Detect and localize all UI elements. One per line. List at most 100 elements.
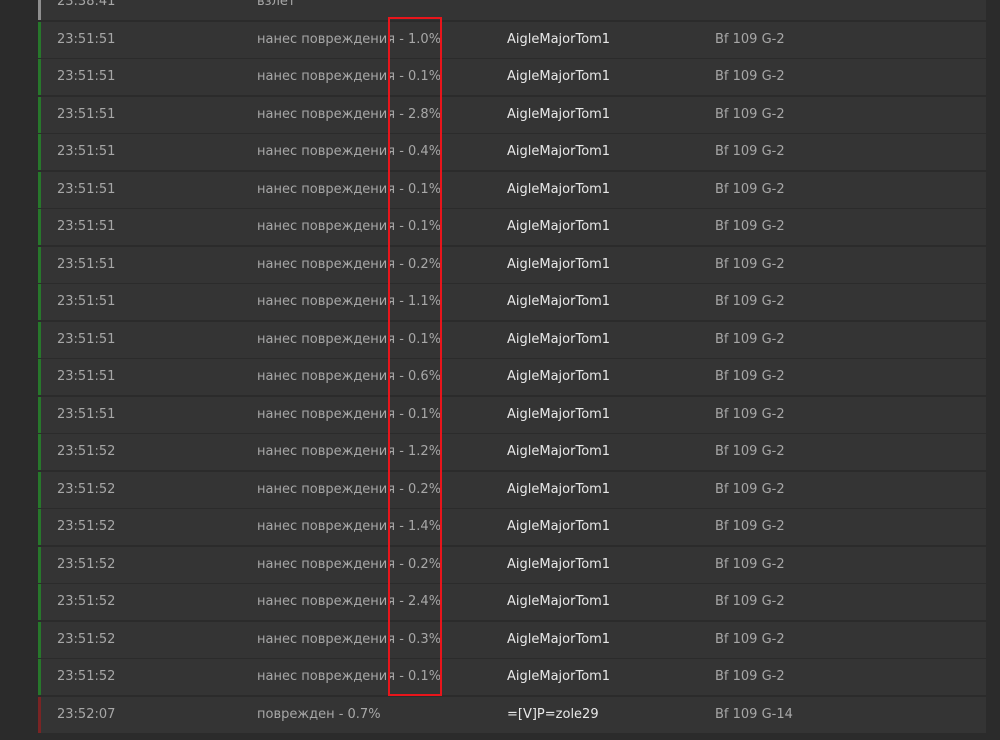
aircraft-type: Bf 109 G-2 [715, 144, 785, 159]
event-description: нанес повреждения - 2.8% [257, 106, 442, 122]
player-name-link[interactable]: AigleMajorTom1 [507, 284, 610, 320]
log-row: 23:51:51 нанес повреждения - 0.1% AigleM… [38, 396, 986, 433]
event-time: 23:51:51 [57, 31, 116, 47]
player-name-link[interactable]: AigleMajorTom1 [507, 584, 610, 620]
aircraft-type: Bf 109 G-2 [715, 594, 785, 609]
event-description: нанес повреждения - 0.6% [257, 369, 442, 384]
log-row: 23:51:51 нанес повреждения - 0.1% AigleM… [38, 321, 986, 358]
log-row: 23:51:51 нанес повреждения - 0.1% AigleM… [38, 59, 986, 95]
player-name-link[interactable]: AigleMajorTom1 [507, 509, 610, 545]
log-row: 23:51:51 нанес повреждения - 0.1% AigleM… [38, 209, 986, 245]
player-name-link[interactable]: AigleMajorTom1 [507, 134, 610, 170]
aircraft-type: Bf 109 G-2 [715, 294, 785, 309]
event-description: нанес повреждения - 0.1% [257, 69, 442, 84]
log-row: 23:51:52 нанес повреждения - 1.2% AigleM… [38, 434, 986, 470]
event-description: нанес повреждения - 0.2% [257, 556, 442, 572]
event-time: 23:51:52 [57, 631, 116, 647]
event-description: взлет [257, 0, 296, 9]
log-row: 23:51:51 нанес повреждения - 0.2% AigleM… [38, 246, 986, 283]
event-time: 23:51:52 [57, 444, 116, 459]
aircraft-type: Bf 109 G-14 [715, 706, 793, 722]
log-row: 23:51:52 нанес повреждения - 0.1% AigleM… [38, 659, 986, 695]
aircraft-type: Bf 109 G-2 [715, 669, 785, 684]
event-time: 23:51:52 [57, 556, 116, 572]
log-row: 23:51:51 нанес повреждения - 0.4% AigleM… [38, 134, 986, 170]
aircraft-type: Bf 109 G-2 [715, 331, 785, 347]
event-description: нанес повреждения - 1.2% [257, 444, 442, 459]
event-time: 23:51:51 [57, 406, 116, 422]
aircraft-type: Bf 109 G-2 [715, 481, 785, 497]
aircraft-type: Bf 109 G-2 [715, 631, 785, 647]
sortie-log-view: 23:38:41 взлет 23:51:51 нанес повреждени… [0, 0, 1000, 740]
event-description: нанес повреждения - 0.4% [257, 144, 442, 159]
aircraft-type: Bf 109 G-2 [715, 69, 785, 84]
event-description: нанес повреждения - 1.4% [257, 519, 442, 534]
event-time: 23:51:51 [57, 331, 116, 347]
player-name-link[interactable]: AigleMajorTom1 [507, 209, 610, 245]
aircraft-type: Bf 109 G-2 [715, 444, 785, 459]
aircraft-type: Bf 109 G-2 [715, 219, 785, 234]
log-row: 23:38:41 взлет [38, 0, 986, 20]
aircraft-type: Bf 109 G-2 [715, 256, 785, 272]
event-log-table: 23:38:41 взлет 23:51:51 нанес повреждени… [38, 0, 986, 734]
event-description: нанес повреждения - 0.2% [257, 256, 442, 272]
event-time: 23:51:51 [57, 294, 116, 309]
event-time: 23:51:51 [57, 144, 116, 159]
event-time: 23:51:51 [57, 69, 116, 84]
event-description: нанес повреждения - 0.3% [257, 631, 442, 647]
player-name-link[interactable]: AigleMajorTom1 [507, 22, 610, 58]
event-time: 23:51:51 [57, 219, 116, 234]
log-row: 23:51:51 нанес повреждения - 1.1% AigleM… [38, 284, 986, 320]
event-time: 23:51:52 [57, 519, 116, 534]
event-description: нанес повреждения - 0.1% [257, 406, 442, 422]
event-time: 23:51:52 [57, 481, 116, 497]
log-row: 23:51:51 нанес повреждения - 0.6% AigleM… [38, 359, 986, 395]
event-description: нанес повреждения - 0.1% [257, 331, 442, 347]
aircraft-type: Bf 109 G-2 [715, 519, 785, 534]
aircraft-type: Bf 109 G-2 [715, 556, 785, 572]
log-row: 23:52:07 поврежден - 0.7% =[V]P=zole29 B… [38, 696, 986, 733]
aircraft-type: Bf 109 G-2 [715, 406, 785, 422]
aircraft-type: Bf 109 G-2 [715, 181, 785, 197]
player-name-link[interactable]: AigleMajorTom1 [507, 622, 610, 658]
event-description: нанес повреждения - 0.2% [257, 481, 442, 497]
log-row: 23:51:52 нанес повреждения - 1.4% AigleM… [38, 509, 986, 545]
event-description: нанес повреждения - 0.1% [257, 181, 442, 197]
player-name-link[interactable]: =[V]P=zole29 [507, 697, 599, 733]
player-name-link[interactable]: AigleMajorTom1 [507, 247, 610, 283]
event-description: нанес повреждения - 1.1% [257, 294, 442, 309]
event-description: нанес повреждения - 0.1% [257, 219, 442, 234]
event-time: 23:51:51 [57, 256, 116, 272]
player-name-link[interactable]: AigleMajorTom1 [507, 322, 610, 358]
player-name-link[interactable]: AigleMajorTom1 [507, 472, 610, 508]
event-time: 23:51:52 [57, 594, 116, 609]
event-time: 23:38:41 [57, 0, 116, 9]
event-description: нанес повреждения - 0.1% [257, 669, 442, 684]
log-row: 23:51:52 нанес повреждения - 2.4% AigleM… [38, 584, 986, 620]
event-description: поврежден - 0.7% [257, 706, 381, 722]
player-name-link[interactable]: AigleMajorTom1 [507, 59, 610, 95]
aircraft-type: Bf 109 G-2 [715, 369, 785, 384]
player-name-link[interactable]: AigleMajorTom1 [507, 172, 610, 208]
player-name-link[interactable]: AigleMajorTom1 [507, 97, 610, 133]
player-name-link[interactable]: AigleMajorTom1 [507, 547, 610, 583]
log-row: 23:51:51 нанес повреждения - 0.1% AigleM… [38, 171, 986, 208]
player-name-link[interactable]: AigleMajorTom1 [507, 659, 610, 695]
event-time: 23:51:51 [57, 181, 116, 197]
player-name-link[interactable]: AigleMajorTom1 [507, 434, 610, 470]
aircraft-type: Bf 109 G-2 [715, 31, 785, 47]
log-row: 23:51:52 нанес повреждения - 0.2% AigleM… [38, 546, 986, 583]
event-time: 23:51:51 [57, 106, 116, 122]
event-time: 23:52:07 [57, 706, 116, 722]
log-row: 23:51:52 нанес повреждения - 0.3% AigleM… [38, 621, 986, 658]
player-name-link[interactable]: AigleMajorTom1 [507, 397, 610, 433]
player-name-link[interactable]: AigleMajorTom1 [507, 359, 610, 395]
event-time: 23:51:52 [57, 669, 116, 684]
log-row: 23:51:51 нанес повреждения - 2.8% AigleM… [38, 96, 986, 133]
scrollbar-track[interactable] [988, 0, 1000, 740]
log-row: 23:51:51 нанес повреждения - 1.0% AigleM… [38, 21, 986, 58]
event-description: нанес повреждения - 2.4% [257, 594, 442, 609]
log-row: 23:51:52 нанес повреждения - 0.2% AigleM… [38, 471, 986, 508]
event-time: 23:51:51 [57, 369, 116, 384]
aircraft-type: Bf 109 G-2 [715, 106, 785, 122]
